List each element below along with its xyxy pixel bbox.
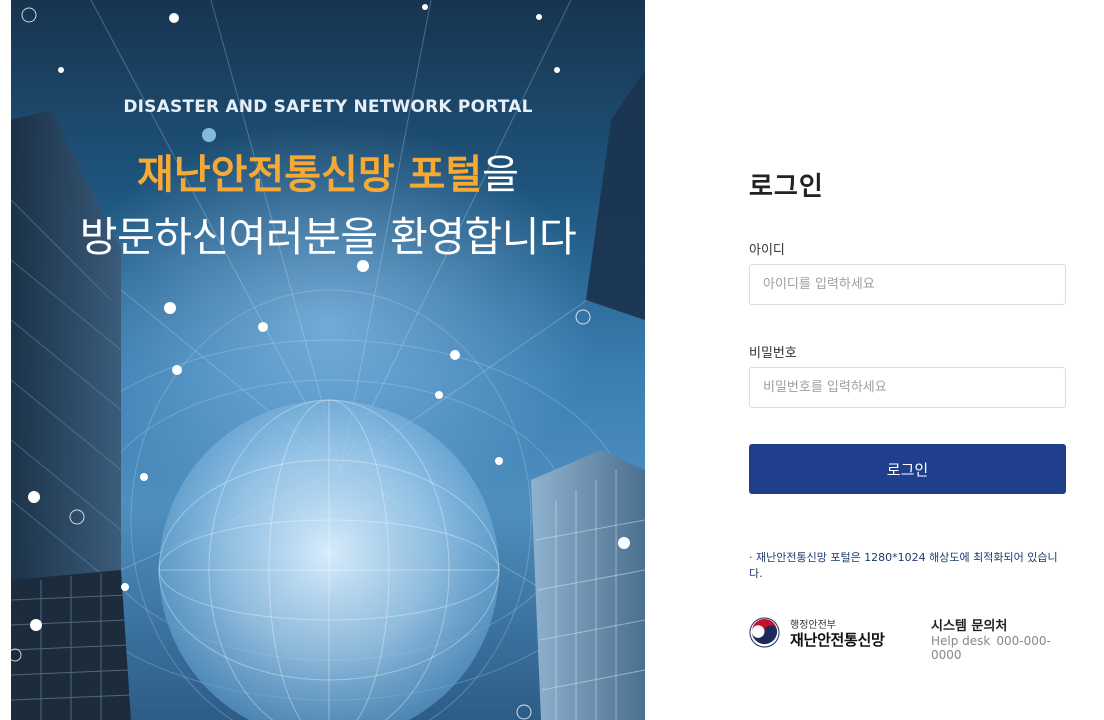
helpdesk-info: Help desk 000-000-0000: [931, 634, 1066, 662]
login-heading: 로그인: [749, 172, 824, 202]
password-label: 비밀번호: [749, 346, 797, 361]
hero-welcome-text: 방문하신여러분을 환영합니다: [79, 213, 577, 261]
id-input[interactable]: [750, 265, 1065, 304]
contact-title: 시스템 문의처: [931, 619, 1008, 634]
hero-title: 재난안전통신망 포털을: [11, 142, 645, 200]
password-input[interactable]: [750, 368, 1065, 407]
password-field-wrapper: [749, 367, 1066, 408]
government-emblem-icon: [749, 617, 780, 648]
organization-name: 재난안전통신망: [790, 631, 885, 649]
hero-banner: DISASTER AND SAFETY NETWORK PORTAL 재난안전통…: [11, 0, 645, 720]
login-footer: 행정안전부 재난안전통신망 시스템 문의처 Help desk 000-000-0…: [749, 612, 1066, 662]
login-button[interactable]: 로그인: [749, 444, 1066, 494]
id-label: 아이디: [749, 243, 785, 258]
resolution-notice: · 재난안전통신망 포털은 1280*1024 해상도에 최적화되어 있습니다.: [749, 551, 1058, 580]
hero-title-highlight: 재난안전통신망 포털: [137, 152, 483, 198]
id-field-wrapper: [749, 264, 1066, 305]
hero-title-tail: 을: [482, 152, 519, 198]
helpdesk-label: Help desk: [931, 634, 991, 648]
hero-subtitle: DISASTER AND SAFETY NETWORK PORTAL: [123, 97, 533, 117]
